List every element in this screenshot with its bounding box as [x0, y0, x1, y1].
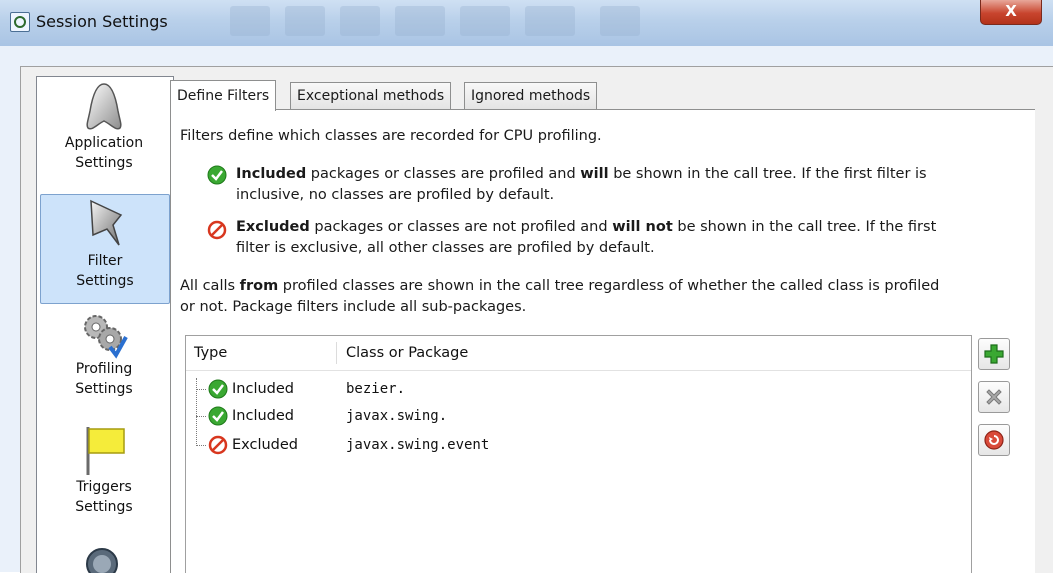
nav-label: Settings — [75, 381, 133, 397]
included-check-icon — [208, 406, 228, 426]
column-separator — [336, 342, 337, 364]
tree-line — [196, 445, 206, 446]
application-icon — [86, 83, 122, 130]
close-button[interactable]: X — [980, 0, 1042, 25]
calls-text: All calls — [180, 278, 240, 294]
nav-item-triggers-settings[interactable]: Triggers Settings — [40, 423, 168, 533]
remove-icon — [986, 389, 1002, 405]
nav-label: Filter — [87, 253, 123, 269]
filter-table[interactable]: Type Class or Package Included bezier. I… — [185, 335, 972, 573]
excluded-text: packages or classes are not profiled and — [309, 219, 613, 235]
excluded-prohibit-icon — [207, 220, 227, 240]
from-keyword: from — [239, 278, 279, 294]
window-icon — [10, 12, 30, 32]
tree-line — [196, 389, 206, 390]
included-check-icon — [207, 165, 227, 185]
gauge-icon — [86, 548, 118, 573]
remove-filter-button[interactable] — [978, 381, 1010, 413]
nav-item-filter-settings[interactable]: Filter Settings — [40, 194, 170, 304]
window-title: Session Settings — [36, 12, 168, 31]
table-row[interactable]: Included bezier. — [186, 376, 971, 402]
add-icon — [984, 344, 1004, 364]
calls-text: profiled classes are shown in the call t… — [278, 278, 940, 294]
column-header-class[interactable]: Class or Package — [346, 336, 469, 371]
excluded-text-line2: filter is exclusive, all other classes a… — [236, 240, 655, 256]
nav-label: Settings — [76, 273, 134, 289]
nav-label: Triggers — [76, 479, 132, 495]
calls-description: All calls from profiled classes are show… — [180, 276, 939, 318]
row-type: Excluded — [232, 437, 299, 453]
nav-item-profiling-settings[interactable]: Profiling Settings — [40, 309, 168, 419]
included-description: Included packages or classes are profile… — [236, 164, 927, 206]
calls-text-line2: or not. Package filters include all sub-… — [180, 299, 527, 315]
excluded-keyword: Excluded — [236, 219, 310, 235]
included-check-icon — [208, 379, 228, 399]
row-type: Included — [232, 408, 294, 424]
row-class: javax.swing.event — [346, 437, 490, 453]
excluded-text: be shown in the call tree. If the first — [672, 219, 937, 235]
tree-line — [196, 416, 206, 417]
settings-nav: Application Settings Filter Settings Pro… — [36, 76, 174, 573]
nav-label: Application — [64, 135, 144, 151]
reset-filters-button[interactable] — [978, 424, 1010, 456]
excluded-description: Excluded packages or classes are not pro… — [236, 217, 936, 259]
funnel-icon — [90, 199, 123, 246]
intro-text: Filters define which classes are recorde… — [180, 128, 602, 144]
included-text: be shown in the call tree. If the first … — [608, 166, 927, 182]
add-filter-button[interactable] — [978, 338, 1010, 370]
excluded-prohibit-icon — [208, 435, 228, 455]
tab-ignored-methods[interactable]: Ignored methods — [464, 82, 598, 109]
column-header-type[interactable]: Type — [194, 336, 228, 371]
tab-exceptional-methods[interactable]: Exceptional methods — [290, 82, 452, 109]
table-row[interactable]: Included javax.swing. — [186, 403, 971, 429]
will-keyword: will — [580, 166, 609, 182]
tab-define-filters[interactable]: Define Filters — [170, 80, 277, 111]
row-type: Included — [232, 381, 294, 397]
included-text-line2: inclusive, no classes are profiled by de… — [236, 187, 555, 203]
reset-icon — [984, 430, 1004, 450]
included-keyword: Included — [236, 166, 307, 182]
nav-label: Settings — [75, 499, 133, 515]
row-class: javax.swing. — [346, 408, 448, 424]
gears-icon — [84, 315, 128, 359]
nav-label: Profiling — [75, 361, 133, 377]
nav-label: Settings — [75, 155, 133, 171]
row-class: bezier. — [346, 381, 406, 397]
included-text: packages or classes are profiled and — [306, 166, 581, 182]
flag-icon — [86, 427, 125, 475]
will-not-keyword: will not — [612, 219, 673, 235]
title-bar: Session Settings X — [0, 0, 1053, 47]
table-row[interactable]: Excluded javax.swing.event — [186, 432, 971, 458]
nav-item-application-settings[interactable]: Application Settings — [40, 81, 168, 191]
